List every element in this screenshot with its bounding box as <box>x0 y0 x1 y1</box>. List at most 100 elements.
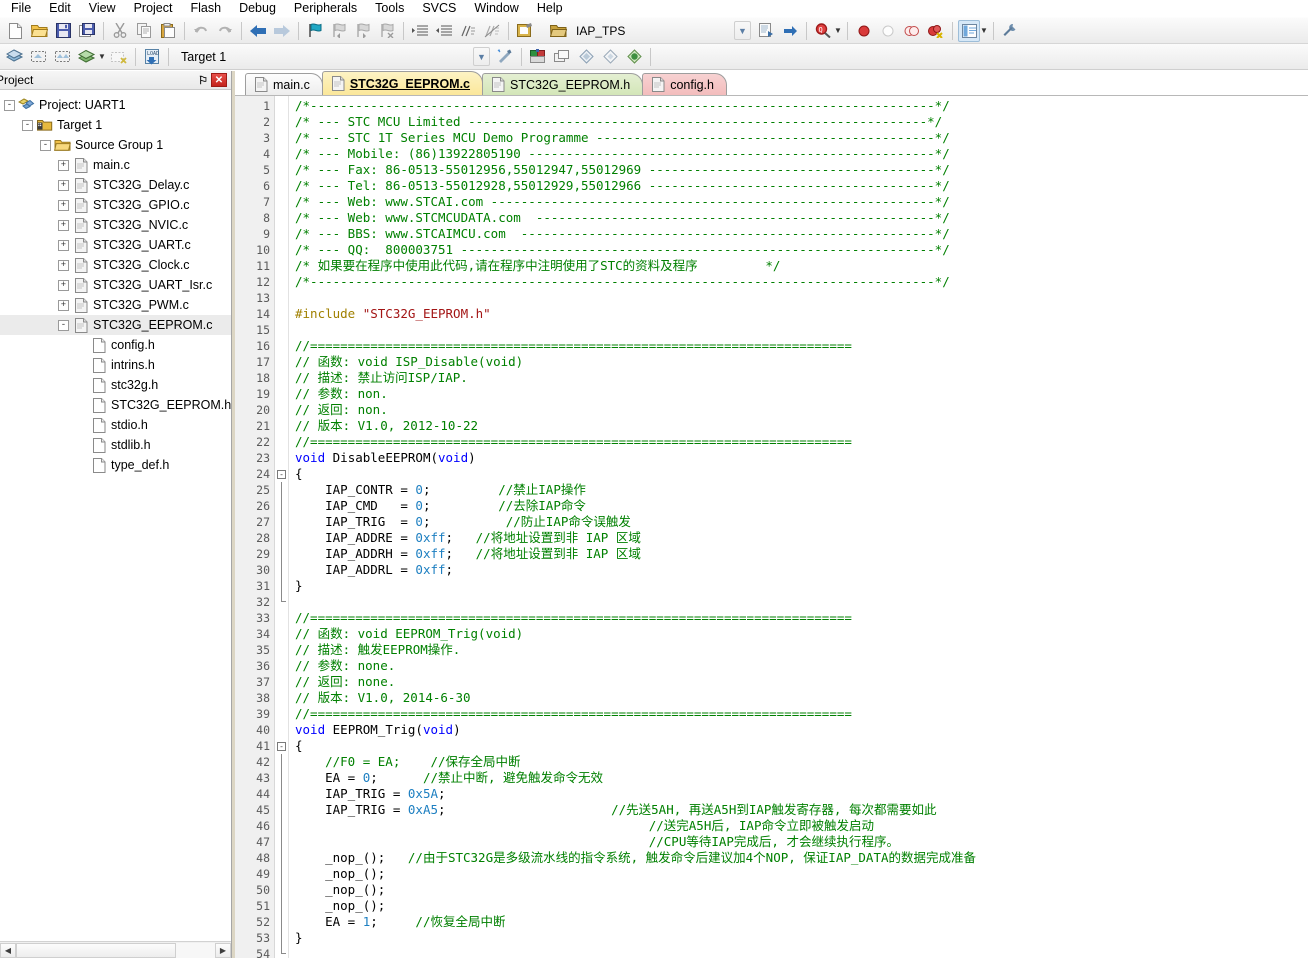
tree-item[interactable]: + STC32G_UART_Isr.c <box>0 275 231 295</box>
code-line[interactable] <box>295 322 1308 338</box>
project-tree[interactable]: - Project: UART1- Target 1- Source Group 1 +… <box>0 90 231 941</box>
code-line[interactable]: EA = 1; //恢复全局中断 <box>295 914 1308 930</box>
code-line[interactable]: IAP_ADDRL = 0xff; <box>295 562 1308 578</box>
collapse-toggle-icon[interactable]: - <box>22 119 33 131</box>
code-line[interactable]: // 返回: non. <box>295 402 1308 418</box>
menu-item-tools[interactable]: Tools <box>366 0 413 17</box>
target-combo-arrow-icon[interactable]: ▼ <box>473 47 490 66</box>
target-combo[interactable]: Target 1 <box>173 50 323 64</box>
editor-tab[interactable]: STC32G_EEPROM.c <box>321 71 484 95</box>
code-line[interactable]: _nop_(); <box>295 882 1308 898</box>
bookmark-toggle-icon[interactable] <box>304 20 326 42</box>
tree-item[interactable]: + STC32G_NVIC.c <box>0 215 231 235</box>
tree-item[interactable]: - Target 1 <box>0 115 231 135</box>
project-panel-hscrollbar[interactable]: ◀ ▶ <box>0 941 231 958</box>
navigate-forward-icon[interactable] <box>271 20 293 42</box>
collapse-toggle-icon[interactable]: - <box>4 99 15 111</box>
fold-collapse-icon[interactable]: - <box>277 742 286 752</box>
code-line[interactable]: /* 如果要在程序中使用此代码,请在程序中注明使用了STC的资料及程序 */ <box>295 258 1308 274</box>
fold-marker[interactable]: - <box>275 738 288 754</box>
close-icon[interactable]: ✕ <box>211 73 227 87</box>
code-line[interactable]: //CPU等待IAP完成后, 才会继续执行程序。 <box>295 834 1308 850</box>
rebuild-icon[interactable] <box>52 46 74 68</box>
batch-build-dropdown-arrow-icon[interactable]: ▼ <box>97 52 107 61</box>
build-icon[interactable] <box>28 46 50 68</box>
source-code-text[interactable]: /*--------------------------------------… <box>289 96 1308 958</box>
comment-icon[interactable] <box>457 20 479 42</box>
code-folding-column[interactable]: -- <box>275 96 289 958</box>
menu-item-view[interactable]: View <box>80 0 125 17</box>
expand-toggle-icon[interactable]: + <box>58 159 69 171</box>
code-line[interactable]: // 函数: void ISP_Disable(void) <box>295 354 1308 370</box>
tree-item[interactable]: + main.c <box>0 155 231 175</box>
menu-item-window[interactable]: Window <box>465 0 527 17</box>
fold-marker[interactable]: - <box>275 466 288 482</box>
tree-item[interactable]: stdio.h <box>0 415 231 435</box>
stop-build-icon[interactable] <box>108 46 130 68</box>
code-line[interactable]: //F0 = EA; //保存全局中断 <box>295 754 1308 770</box>
code-line[interactable] <box>295 594 1308 610</box>
find-dropdown-arrow-icon[interactable]: ▼ <box>833 26 843 35</box>
code-line[interactable]: //======================================… <box>295 338 1308 354</box>
code-line[interactable]: IAP_CMD = 0; //去除IAP命令 <box>295 498 1308 514</box>
function-combo[interactable]: IAP_TPS <box>570 21 700 40</box>
code-line[interactable]: /* --- STC MCU Limited -----------------… <box>295 114 1308 130</box>
tree-item[interactable]: + STC32G_PWM.c <box>0 295 231 315</box>
code-line[interactable]: // 版本: V1.0, 2012-10-22 <box>295 418 1308 434</box>
breakpoint-disable-all-icon[interactable] <box>901 20 923 42</box>
code-line[interactable]: /* --- Web: www.STCAI.com --------------… <box>295 194 1308 210</box>
code-line[interactable]: IAP_TRIG = 0x5A; <box>295 786 1308 802</box>
scroll-track[interactable] <box>16 942 215 958</box>
code-line[interactable]: // 返回: none. <box>295 674 1308 690</box>
menu-item-svcs[interactable]: SVCS <box>413 0 465 17</box>
menu-item-flash[interactable]: Flash <box>181 0 230 17</box>
editor-tab[interactable]: main.c <box>245 73 323 95</box>
expand-toggle-icon[interactable]: + <box>58 219 69 231</box>
tree-item[interactable]: intrins.h <box>0 355 231 375</box>
configure-tools-icon[interactable] <box>999 20 1021 42</box>
translate-icon[interactable] <box>4 46 26 68</box>
undo-icon[interactable] <box>190 20 212 42</box>
breakpoint-insert-icon[interactable] <box>853 20 875 42</box>
code-line[interactable]: IAP_ADDRH = 0xff; //将地址设置到非 IAP 区域 <box>295 546 1308 562</box>
tree-item[interactable]: + STC32G_Delay.c <box>0 175 231 195</box>
uncomment-icon[interactable] <box>481 20 503 42</box>
expand-toggle-icon[interactable]: + <box>58 239 69 251</box>
new-file-icon[interactable] <box>4 20 26 42</box>
menu-item-edit[interactable]: Edit <box>40 0 80 17</box>
tree-item[interactable]: - Source Group 1 <box>0 135 231 155</box>
tree-item[interactable]: type_def.h <box>0 455 231 475</box>
code-line[interactable]: EA = 0; //禁止中断, 避免触发命令无效 <box>295 770 1308 786</box>
menu-item-project[interactable]: Project <box>125 0 182 17</box>
manage-windows-dropdown-arrow-icon[interactable]: ▼ <box>979 26 989 35</box>
tree-item[interactable]: + STC32G_Clock.c <box>0 255 231 275</box>
download-icon[interactable]: LOAD <box>141 46 163 68</box>
pin-icon[interactable]: ⚐ <box>195 73 211 88</box>
menu-item-debug[interactable]: Debug <box>230 0 285 17</box>
editor-tab[interactable]: config.h <box>642 73 727 95</box>
scroll-thumb[interactable] <box>16 942 176 958</box>
books-icon[interactable] <box>575 46 597 68</box>
indent-icon[interactable] <box>409 20 431 42</box>
code-line[interactable]: // 参数: none. <box>295 658 1308 674</box>
collapse-toggle-icon[interactable]: - <box>40 139 51 151</box>
bookmark-next-icon[interactable] <box>352 20 374 42</box>
bookmark-clear-icon[interactable] <box>376 20 398 42</box>
code-line[interactable]: // 函数: void EEPROM_Trig(void) <box>295 626 1308 642</box>
templates-icon[interactable] <box>623 46 645 68</box>
copy-icon[interactable] <box>133 20 155 42</box>
code-line[interactable]: _nop_(); <box>295 866 1308 882</box>
code-line[interactable]: /* --- Mobile: (86)13922805190 ---------… <box>295 146 1308 162</box>
code-line[interactable]: IAP_CONTR = 0; //禁止IAP操作 <box>295 482 1308 498</box>
code-line[interactable]: void EEPROM_Trig(void) <box>295 722 1308 738</box>
breakpoint-kill-all-icon[interactable] <box>925 20 947 42</box>
function-browse-icon[interactable] <box>547 20 569 42</box>
code-line[interactable]: } <box>295 930 1308 946</box>
code-line[interactable]: // 描述: 触发EEPROM操作. <box>295 642 1308 658</box>
scroll-left-arrow-icon[interactable]: ◀ <box>0 942 16 958</box>
code-view[interactable]: 1 2 3 4 5 6 7 8 9 10 11 12 13 14 15 16 17 18 19 20 21 22 23 24 2… <box>235 96 1308 958</box>
code-line[interactable]: #include "STC32G_EEPROM.h" <box>295 306 1308 322</box>
code-line[interactable]: IAP_ADDRE = 0xff; //将地址设置到非 IAP 区域 <box>295 530 1308 546</box>
code-line[interactable]: _nop_(); <box>295 898 1308 914</box>
target-options-icon[interactable] <box>494 46 516 68</box>
